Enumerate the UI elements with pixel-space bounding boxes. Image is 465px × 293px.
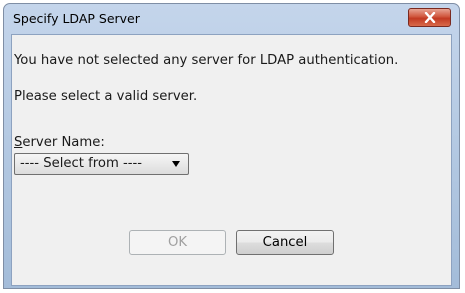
- ok-button-label: OK: [167, 235, 188, 250]
- dialog-title: Specify LDAP Server: [13, 11, 140, 26]
- close-x-icon: [424, 12, 435, 23]
- chevron-down-icon: [172, 161, 180, 167]
- server-select-value: ---- Select from ----: [20, 156, 143, 171]
- server-name-select[interactable]: ---- Select from ----: [14, 153, 189, 175]
- message-line-2: Please select a valid server.: [14, 89, 198, 104]
- ok-button[interactable]: OK: [129, 230, 226, 255]
- server-name-label-text: erver Name:: [22, 135, 105, 150]
- message-line-1: You have not selected any server for LDA…: [14, 53, 399, 68]
- server-name-label: Server Name:: [14, 135, 105, 150]
- cancel-button[interactable]: Cancel: [236, 230, 334, 255]
- title-bar[interactable]: Specify LDAP Server: [4, 4, 459, 34]
- close-button[interactable]: [408, 8, 451, 27]
- cancel-button-label: Cancel: [262, 235, 308, 250]
